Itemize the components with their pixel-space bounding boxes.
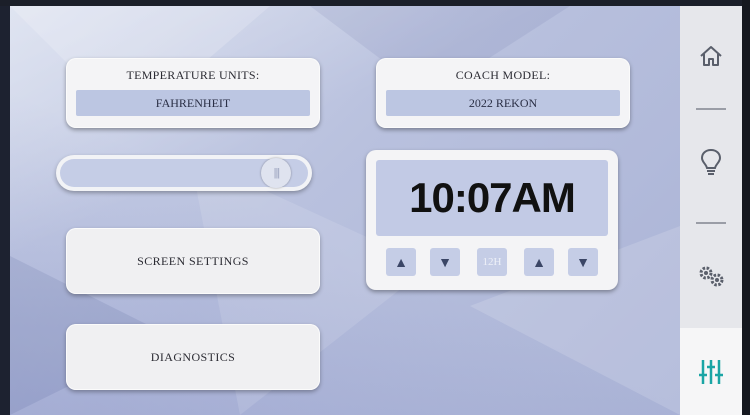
sliders-icon: [699, 359, 723, 384]
gears-icon: [699, 266, 724, 287]
home-icon: [700, 46, 722, 66]
sidebar-item-controls[interactable]: [680, 328, 742, 415]
temperature-units-panel[interactable]: TEMPERATURE UNITS: FAHRENHEIT: [66, 58, 320, 128]
coach-model-panel[interactable]: COACH MODEL: 2022 REKON: [376, 58, 630, 128]
sidebar-item-settings[interactable]: [680, 236, 742, 316]
minute-up-button[interactable]: ▲: [524, 248, 554, 276]
clock-display: 10:07AM: [376, 160, 608, 236]
clock-panel: 10:07AM ▲ ▼ 12H ▲ ▼: [366, 150, 618, 290]
screen-bezel-right: [742, 0, 750, 415]
hour-up-button[interactable]: ▲: [386, 248, 416, 276]
brightness-slider[interactable]: |||: [56, 155, 312, 191]
lightbulb-icon: [700, 148, 722, 175]
sidebar-divider: [696, 222, 726, 224]
diagnostics-button[interactable]: DIAGNOSTICS: [66, 324, 320, 390]
minute-down-button[interactable]: ▼: [568, 248, 598, 276]
coach-model-title: COACH MODEL:: [455, 68, 551, 82]
hour-down-button[interactable]: ▼: [430, 248, 460, 276]
sidebar-divider: [696, 108, 726, 110]
screen-settings-button[interactable]: SCREEN SETTINGS: [66, 228, 320, 294]
temperature-units-title: TEMPERATURE UNITS:: [126, 68, 260, 82]
clock-mode-toggle[interactable]: 12H: [477, 248, 507, 276]
coach-model-value: 2022 REKON: [386, 90, 620, 116]
temperature-units-value[interactable]: FAHRENHEIT: [76, 90, 310, 116]
sidebar-item-lighting[interactable]: [680, 122, 742, 202]
sidebar-item-home[interactable]: [680, 16, 742, 96]
sidebar: [680, 6, 742, 415]
